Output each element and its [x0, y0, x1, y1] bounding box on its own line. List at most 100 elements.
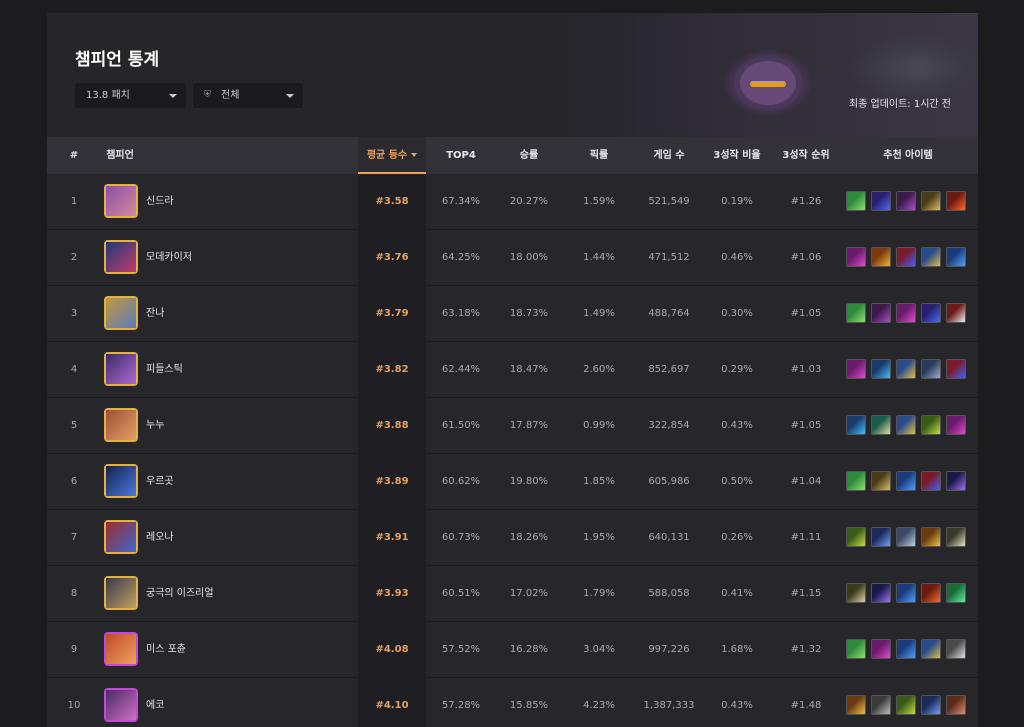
item-icon[interactable]: [921, 415, 941, 435]
item-icon[interactable]: [921, 527, 941, 547]
item-icon[interactable]: [896, 191, 916, 211]
item-icon[interactable]: [896, 471, 916, 491]
item-icon[interactable]: [846, 247, 866, 267]
item-icon[interactable]: [946, 303, 966, 323]
games-count: 640,131: [648, 532, 690, 543]
col-games[interactable]: 게임 수: [633, 137, 705, 174]
tier-select[interactable]: ⛨ 전체: [193, 83, 303, 108]
item-icon[interactable]: [871, 639, 891, 659]
champion-portrait[interactable]: [104, 632, 138, 666]
champion-portrait[interactable]: [104, 352, 138, 386]
item-icon[interactable]: [871, 583, 891, 603]
item-icon[interactable]: [946, 247, 966, 267]
champion-name[interactable]: 누누: [146, 398, 164, 454]
item-icon[interactable]: [896, 695, 916, 715]
item-icon[interactable]: [871, 247, 891, 267]
patch-select[interactable]: 13.8 패치: [75, 83, 186, 108]
col-winrate[interactable]: 승률: [495, 137, 563, 174]
col-avg-placement[interactable]: 평균 등수: [358, 137, 426, 174]
champion-portrait[interactable]: [104, 576, 138, 610]
champion-portrait[interactable]: [104, 688, 138, 722]
item-icon[interactable]: [871, 191, 891, 211]
item-icon[interactable]: [846, 695, 866, 715]
item-icon[interactable]: [946, 191, 966, 211]
item-icon[interactable]: [921, 191, 941, 211]
item-icon[interactable]: [871, 415, 891, 435]
item-icon[interactable]: [846, 471, 866, 491]
item-icon[interactable]: [921, 639, 941, 659]
champion-portrait[interactable]: [104, 240, 138, 274]
champion-name[interactable]: 에코: [146, 678, 164, 727]
item-icon[interactable]: [896, 639, 916, 659]
item-icon[interactable]: [871, 527, 891, 547]
col-pickrate[interactable]: 픽률: [565, 137, 633, 174]
item-icon[interactable]: [846, 191, 866, 211]
hero-banner: 챔피언 통계 13.8 패치 ⛨ 전체 최종 업데이트: 1시간 전: [47, 13, 978, 137]
champion-portrait[interactable]: [104, 520, 138, 554]
champion-name[interactable]: 레오나: [146, 510, 174, 566]
item-icon[interactable]: [896, 303, 916, 323]
item-icon[interactable]: [921, 471, 941, 491]
table-row[interactable]: 5 누누 #3.88 61.50% 17.87% 0.99% 322,854 0.43% #1.…: [47, 398, 978, 454]
item-icon[interactable]: [846, 359, 866, 379]
item-icon[interactable]: [871, 695, 891, 715]
item-icon[interactable]: [896, 583, 916, 603]
table-row[interactable]: 9 미스 포츈 #4.08 57.52% 16.28% 3.04% 997,226 1.68%…: [47, 622, 978, 678]
item-icon[interactable]: [896, 415, 916, 435]
item-icon[interactable]: [946, 471, 966, 491]
champion-portrait-image: [106, 410, 136, 440]
champion-name[interactable]: 모데카이저: [146, 230, 192, 286]
item-icon[interactable]: [896, 247, 916, 267]
item-icon[interactable]: [946, 639, 966, 659]
pick-rate: 1.95%: [583, 532, 615, 543]
item-icon[interactable]: [946, 415, 966, 435]
item-icon[interactable]: [921, 303, 941, 323]
champion-portrait[interactable]: [104, 296, 138, 330]
item-icon[interactable]: [846, 303, 866, 323]
games-count: 997,226: [648, 644, 690, 655]
three-star-rate: 0.41%: [721, 588, 753, 599]
item-icon[interactable]: [946, 527, 966, 547]
table-row[interactable]: 4 피들스틱 #3.82 62.44% 18.47% 2.60% 852,697 0.29% #…: [47, 342, 978, 398]
table-row[interactable]: 2 모데카이저 #3.76 64.25% 18.00% 1.44% 471,512 0.46%…: [47, 230, 978, 286]
item-icon[interactable]: [921, 359, 941, 379]
item-icon[interactable]: [846, 527, 866, 547]
win-rate: 18.00%: [509, 252, 549, 263]
table-row[interactable]: 3 잔나 #3.79 63.18% 18.73% 1.49% 488,764 0.30% #1.…: [47, 286, 978, 342]
item-icon[interactable]: [871, 303, 891, 323]
table-row[interactable]: 10 에코 #4.10 57.28% 15.85% 4.23% 1,387,333 0.43%…: [47, 678, 978, 727]
item-icon[interactable]: [846, 583, 866, 603]
top4-rate: 57.28%: [441, 700, 481, 711]
win-rate: 19.80%: [509, 476, 549, 487]
champion-portrait-image: [106, 298, 136, 328]
champion-portrait[interactable]: [104, 464, 138, 498]
item-icon[interactable]: [946, 359, 966, 379]
champion-name[interactable]: 피들스틱: [146, 342, 183, 398]
item-icon[interactable]: [871, 359, 891, 379]
item-icon[interactable]: [946, 583, 966, 603]
item-icon[interactable]: [946, 695, 966, 715]
table-row[interactable]: 7 레오나 #3.91 60.73% 18.26% 1.95% 640,131 0.26% #1…: [47, 510, 978, 566]
item-icon[interactable]: [846, 415, 866, 435]
avg-placement: #4.08: [375, 644, 409, 655]
table-row[interactable]: 1 신드라 #3.58 67.34% 20.27% 1.59% 521,549 0.19% #1…: [47, 174, 978, 230]
champion-portrait[interactable]: [104, 408, 138, 442]
champion-name[interactable]: 우르곳: [146, 454, 174, 510]
champion-name[interactable]: 미스 포츈: [146, 622, 186, 678]
champion-portrait[interactable]: [104, 184, 138, 218]
col-3star-placement[interactable]: 3성작 순위: [769, 137, 843, 174]
item-icon[interactable]: [896, 359, 916, 379]
champion-name[interactable]: 잔나: [146, 286, 164, 342]
item-icon[interactable]: [896, 527, 916, 547]
item-icon[interactable]: [921, 583, 941, 603]
col-3star-rate[interactable]: 3성작 비율: [701, 137, 773, 174]
item-icon[interactable]: [921, 247, 941, 267]
item-icon[interactable]: [871, 471, 891, 491]
col-top4[interactable]: TOP4: [427, 137, 495, 174]
item-icon[interactable]: [846, 639, 866, 659]
item-icon[interactable]: [921, 695, 941, 715]
champion-name[interactable]: 신드라: [146, 174, 174, 230]
table-row[interactable]: 6 우르곳 #3.89 60.62% 19.80% 1.85% 605,986 0.50% #1…: [47, 454, 978, 510]
table-row[interactable]: 8 궁극의 이즈리얼 #3.93 60.51% 17.02% 1.79% 588,058 0.…: [47, 566, 978, 622]
champion-name[interactable]: 궁극의 이즈리얼: [146, 566, 214, 622]
